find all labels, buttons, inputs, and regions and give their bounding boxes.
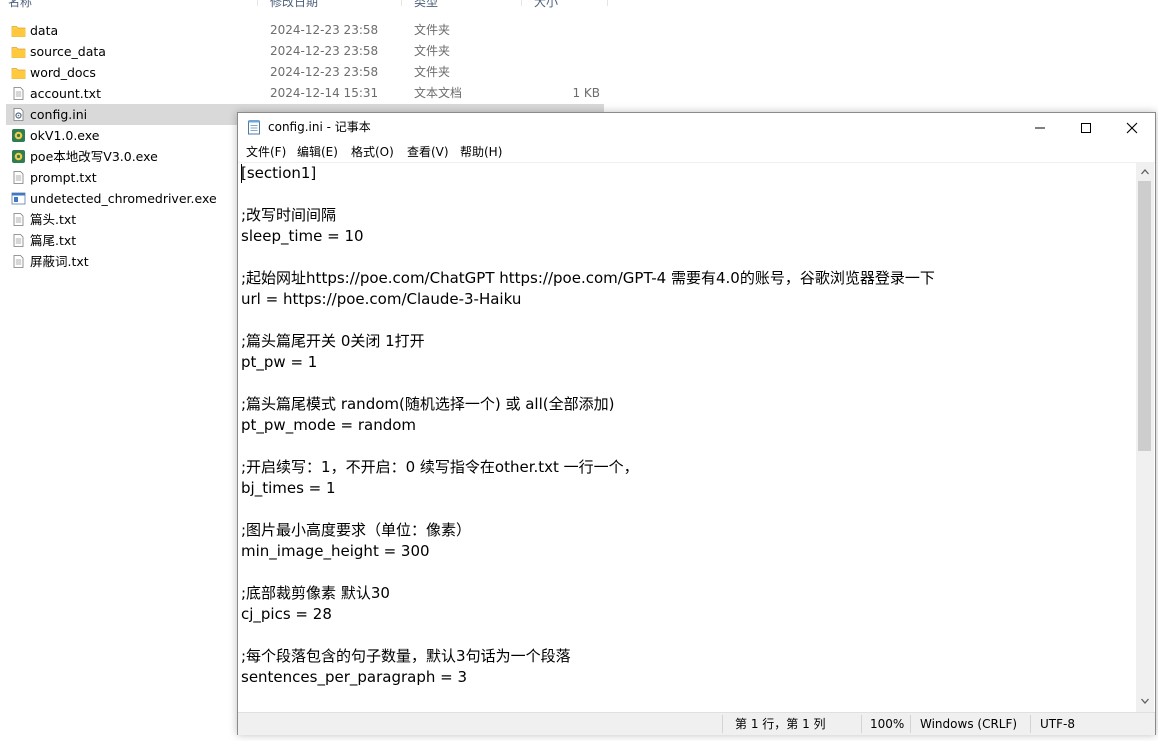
column-headers: 名称 修改日期 类型 大小 [0,0,610,12]
vertical-scrollbar[interactable] [1136,163,1154,712]
menu-format[interactable]: 格式(O) [348,142,397,162]
file-name: 篇尾.txt [30,233,77,248]
scroll-down-icon[interactable] [1141,698,1149,704]
column-header-type[interactable]: 类型 [406,0,522,12]
text-line: ;开启续写：1，不开启：0 续写指令在other.txt 一行一个， [241,458,639,476]
text-line: pt_pw = 1 [241,353,318,371]
window-title: config.ini - 记事本 [268,120,371,134]
file-type: 文本文档 [414,86,463,100]
text-line: sentences_per_paragraph = 3 [241,668,468,686]
app-icon [11,128,26,143]
file-name: account.txt [30,86,101,101]
folder-icon [11,44,26,59]
maximize-button[interactable] [1063,113,1109,142]
text-line: sleep_time = 10 [241,227,364,245]
text-file-icon [11,170,26,185]
file-row[interactable]: source_data 2024-12-23 23:58 文件夹 [6,41,604,62]
file-date: 2024-12-14 15:31 [270,86,379,100]
text-line: ;篇头篇尾模式 random(随机选择一个) 或 all(全部添加) [241,395,615,413]
cursor-position: 第 1 行，第 1 列 [735,717,826,731]
file-name: data [30,23,59,38]
text-line: bj_times = 1 [241,479,336,497]
exe-icon [11,191,26,206]
line-ending: Windows (CRLF) [920,717,1018,731]
column-header-label: 修改日期 [270,0,319,9]
text-file-icon [11,233,26,248]
scrollbar-thumb[interactable] [1138,181,1151,451]
column-header-size[interactable]: 大小 [526,0,608,12]
file-name: okV1.0.exe [30,128,100,143]
file-name: prompt.txt [30,170,97,185]
zoom-level: 100% [870,717,905,731]
text-line: ;改写时间间隔 [241,206,337,224]
file-row[interactable]: account.txt 2024-12-14 15:31 文本文档 1 KB [6,83,604,104]
menu-edit[interactable]: 编辑(E) [294,142,341,162]
file-type: 文件夹 [414,23,451,37]
menu-bar: 文件(F) 编辑(E) 格式(O) 查看(V) 帮助(H) [238,142,1155,163]
text-line: ;每个段落包含的句子数量，默认3句话为一个段落 [241,647,571,665]
menu-file[interactable]: 文件(F) [243,142,289,162]
minimize-icon [1035,127,1045,129]
minimize-button[interactable] [1017,113,1063,142]
settings-file-icon [11,107,26,122]
file-date: 2024-12-23 23:58 [270,23,379,37]
text-file-icon [11,86,26,101]
file-row[interactable]: data 2024-12-23 23:58 文件夹 [6,20,604,41]
status-bar: 第 1 行，第 1 列 100% Windows (CRLF) UTF-8 [238,712,1155,735]
title-bar[interactable]: config.ini - 记事本 [238,113,1155,142]
file-name: config.ini [30,107,88,122]
file-type: 文件夹 [414,65,451,79]
text-line: pt_pw_mode = random [241,416,417,434]
encoding: UTF-8 [1040,717,1075,731]
text-line: ;篇头篇尾开关 0关闭 1打开 [241,332,425,350]
text-file-icon [11,212,26,227]
maximize-icon [1081,123,1091,133]
column-header-name[interactable]: 名称 [0,0,258,12]
file-name: undetected_chromedriver.exe [30,191,217,206]
text-line: ;底部裁剪像素 默认30 [241,584,390,602]
file-date: 2024-12-23 23:58 [270,65,379,79]
file-name: 篇头.txt [30,212,77,227]
file-name: poe本地改写V3.0.exe [30,149,158,164]
text-line: min_image_height = 300 [241,542,430,560]
column-header-label: 类型 [414,0,439,9]
file-name: word_docs [30,65,96,80]
folder-icon [11,23,26,38]
notepad-window: config.ini - 记事本 文件(F) 编辑(E) 格式(O) 查看(V)… [237,112,1156,735]
notepad-icon [246,119,262,135]
menu-help[interactable]: 帮助(H) [457,142,505,162]
text-editor[interactable]: [section1] ;改写时间间隔 sleep_time = 10 ;起始网址htt… [238,163,1136,712]
file-row[interactable]: word_docs 2024-12-23 23:58 文件夹 [6,62,604,83]
file-date: 2024-12-23 23:58 [270,44,379,58]
text-file-icon [11,254,26,269]
text-line: ;起始网址https://poe.com/ChatGPT https://poe… [241,269,935,287]
folder-icon [11,65,26,80]
text-line: url = https://poe.com/Claude-3-Haiku [241,290,522,308]
text-line: cj_pics = 28 [241,605,332,623]
file-type: 文件夹 [414,44,451,58]
text-line: [section1] [241,164,317,182]
column-header-label: 大小 [534,0,559,9]
file-name: source_data [30,44,106,59]
scroll-up-icon[interactable] [1141,169,1149,175]
menu-view[interactable]: 查看(V) [404,142,452,162]
column-header-label: 名称 [8,0,33,9]
file-name: 屏蔽词.txt [30,254,89,269]
close-button[interactable] [1109,113,1155,142]
close-icon [1126,122,1138,134]
file-size: 1 KB [572,86,600,100]
text-line: ;图片最小高度要求（单位：像素） [241,521,472,539]
app-icon [11,149,26,164]
column-header-date[interactable]: 修改日期 [262,0,402,12]
